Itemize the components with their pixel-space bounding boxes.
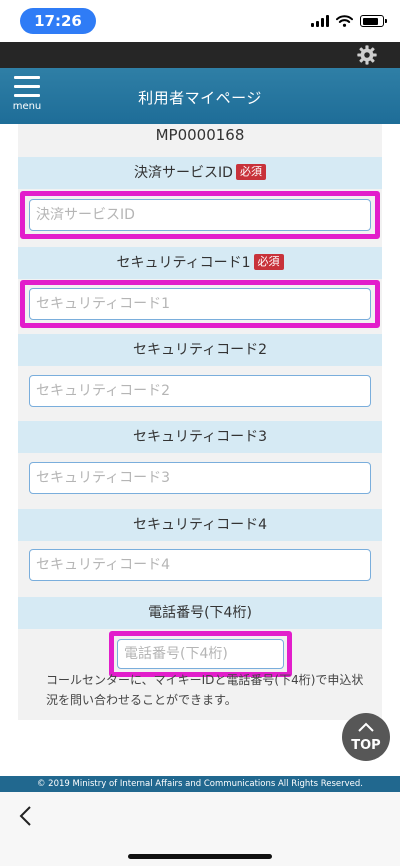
section-label: 電話番号(下4桁): [148, 605, 252, 621]
required-badge: 必須: [253, 254, 284, 270]
required-badge: 必須: [235, 164, 266, 180]
security-code-2-input[interactable]: セキュリティコード2: [29, 375, 371, 407]
security-code-1-input[interactable]: セキュリティコード1: [29, 288, 371, 320]
section-label: セキュリティコード1: [116, 255, 251, 271]
status-bar: 17:26: [0, 0, 400, 42]
security-code-3-input[interactable]: セキュリティコード3: [29, 462, 371, 494]
user-id: MP0000168: [155, 126, 245, 144]
top-strip: [0, 42, 400, 68]
section-heading-security-code-2: セキュリティコード2: [18, 334, 382, 366]
app-header: menu 利用者マイページ: [0, 68, 400, 124]
browser-bottom-bar: [0, 792, 400, 866]
section-heading-security-code-1: セキュリティコード1 必須: [18, 247, 382, 279]
back-icon[interactable]: [17, 804, 35, 828]
status-icons: [311, 13, 387, 29]
status-time: 17:26: [20, 8, 96, 34]
section-label: セキュリティコード4: [132, 517, 268, 533]
section-heading-phone-last4: 電話番号(下4桁): [18, 597, 382, 629]
section-heading-security-code-3: セキュリティコード3: [18, 421, 382, 453]
scroll-top-button[interactable]: TOP: [342, 713, 390, 761]
chevron-up-icon: [358, 722, 374, 732]
payment-service-id-input[interactable]: 決済サービスID: [29, 199, 371, 231]
battery-icon: [360, 15, 387, 27]
security-code-4-input[interactable]: セキュリティコード4: [29, 549, 371, 581]
section-label: セキュリティコード3: [132, 429, 268, 445]
wifi-icon: [336, 15, 353, 27]
phone-last4-input[interactable]: 電話番号(下4桁): [117, 639, 284, 669]
help-note: コールセンターに、マイキーIDと電話番号(下4桁)で申込状況を問い合わせることが…: [46, 673, 364, 707]
section-heading-payment-service-id: 決済サービスID 必須: [18, 157, 382, 189]
gear-icon[interactable]: [356, 44, 378, 66]
home-indicator[interactable]: [128, 854, 272, 859]
section-label: 決済サービスID: [134, 165, 233, 181]
copyright-footer: © 2019 Ministry of Internal Affairs and …: [0, 776, 400, 792]
section-heading-security-code-4: セキュリティコード4: [18, 509, 382, 541]
scroll-top-label: TOP: [351, 738, 381, 753]
page-title: 利用者マイページ: [138, 89, 262, 107]
hamburger-icon: [14, 76, 40, 79]
section-label: セキュリティコード2: [132, 342, 268, 358]
cellular-signal-icon: [311, 15, 329, 27]
